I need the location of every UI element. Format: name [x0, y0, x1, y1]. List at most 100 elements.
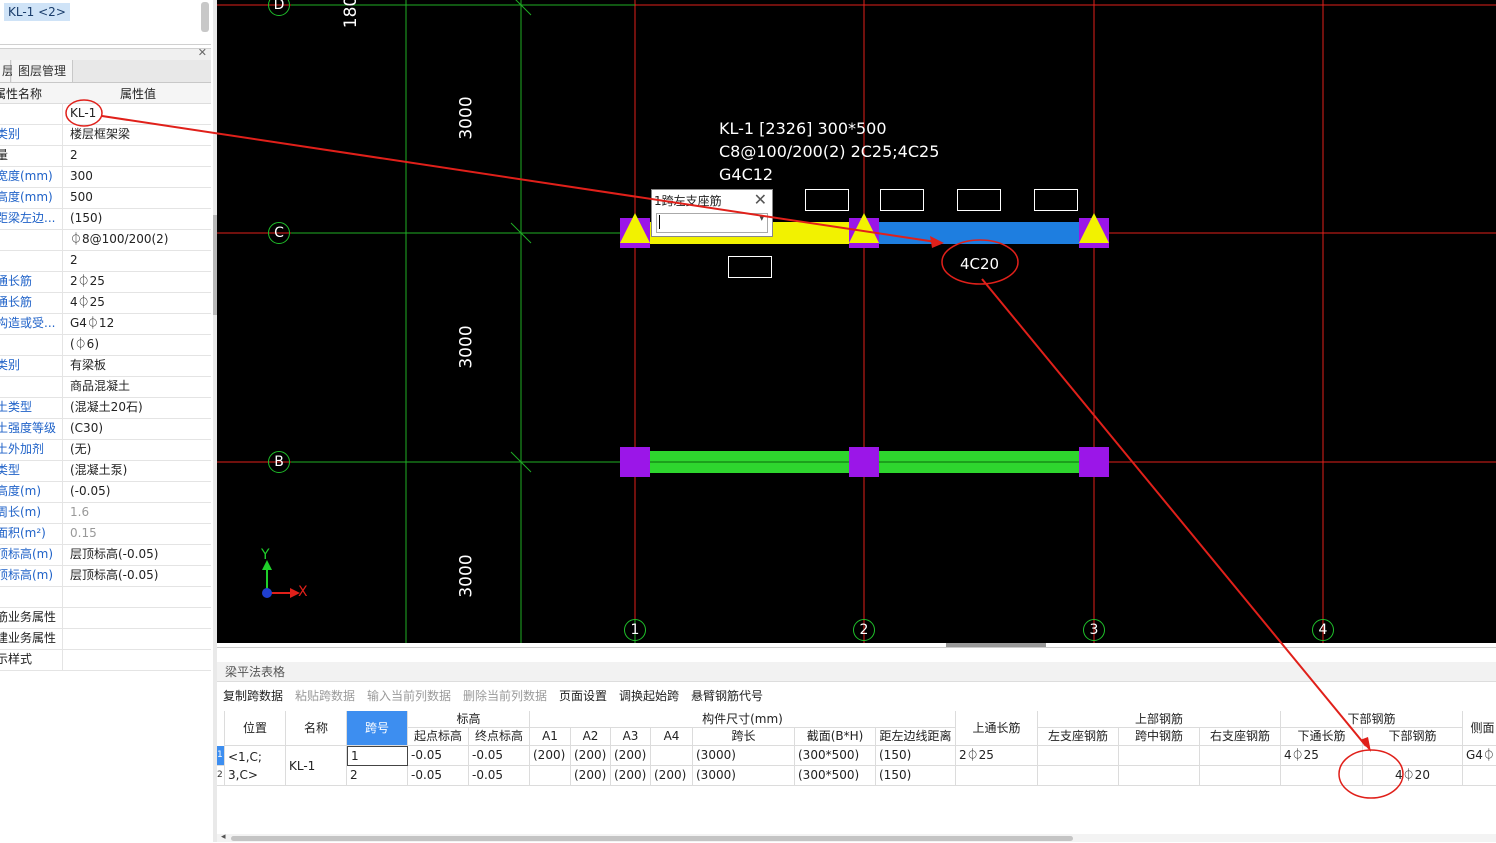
table-cell[interactable]: 4⏀25: [1281, 746, 1363, 766]
rebar-input-box[interactable]: [1034, 189, 1078, 211]
property-value[interactable]: 商品混凝土: [70, 376, 210, 397]
table-cell[interactable]: -0.05: [469, 746, 530, 766]
property-row[interactable]: 通长筋 4⏀25: [0, 292, 211, 314]
property-value[interactable]: ⏀8@100/200(2): [70, 229, 210, 250]
property-value[interactable]: 300: [70, 166, 210, 187]
property-row[interactable]: 建业务属性: [0, 628, 211, 650]
property-row[interactable]: [0, 586, 211, 608]
table-cell[interactable]: (150): [876, 766, 956, 786]
table-cell[interactable]: [1119, 766, 1200, 786]
property-row[interactable]: 土强度等级 (C30): [0, 418, 211, 440]
tab-properties[interactable]: 层: [0, 60, 14, 82]
property-value[interactable]: KL-1: [70, 103, 210, 124]
property-value[interactable]: 层顶标高(-0.05): [70, 565, 210, 586]
property-value[interactable]: G4⏀12: [70, 313, 210, 334]
property-value[interactable]: 500: [70, 187, 210, 208]
table-cell[interactable]: (3000): [693, 746, 795, 766]
property-value[interactable]: 2: [70, 250, 210, 271]
property-value[interactable]: [70, 586, 210, 607]
table-cell[interactable]: -0.05: [408, 746, 469, 766]
property-value[interactable]: (混凝土泵): [70, 460, 210, 481]
table-cell[interactable]: -0.05: [408, 766, 469, 786]
property-value[interactable]: 1.6: [70, 502, 210, 523]
property-value[interactable]: (无): [70, 439, 210, 460]
delete-column-data-button[interactable]: 删除当前列数据: [463, 686, 547, 706]
table-cell[interactable]: 2⏀25: [956, 746, 1038, 766]
table-cell[interactable]: -0.05: [469, 766, 530, 786]
cell-name[interactable]: KL-1: [286, 746, 347, 786]
property-row[interactable]: 示样式: [0, 649, 211, 671]
col-header-span[interactable]: 跨号: [347, 711, 408, 746]
property-value[interactable]: (混凝土20石): [70, 397, 210, 418]
property-value[interactable]: [70, 607, 210, 628]
dropdown-arrow-icon[interactable]: ▾: [759, 214, 764, 224]
rebar-popup-editor[interactable]: 1跨左支座筋 ✕ ▾: [651, 189, 773, 237]
property-row[interactable]: (⏀6): [0, 334, 211, 356]
cell-position[interactable]: <1,C; 3,C>: [225, 746, 286, 786]
table-cell[interactable]: [1463, 766, 1496, 786]
rebar-input-box[interactable]: [805, 189, 849, 211]
table-cell[interactable]: [1200, 746, 1281, 766]
copy-span-data-button[interactable]: 复制跨数据: [223, 686, 283, 706]
property-row[interactable]: 通长筋 2⏀25: [0, 271, 211, 293]
page-setup-button[interactable]: 页面设置: [559, 686, 607, 706]
property-row[interactable]: 宽度(mm) 300: [0, 166, 211, 188]
table-cell[interactable]: [956, 766, 1038, 786]
table-cell[interactable]: (200): [571, 766, 611, 786]
table-cell[interactable]: 4⏀20: [1363, 766, 1463, 786]
beam-annotation[interactable]: KL-1 [2326] 300*500 C8@100/200(2) 2C25;4…: [719, 117, 939, 186]
popup-input-field[interactable]: ▾: [656, 213, 768, 233]
close-icon[interactable]: ✕: [198, 46, 207, 59]
close-icon[interactable]: ✕: [754, 190, 767, 209]
table-cell[interactable]: (200): [571, 746, 611, 766]
property-row[interactable]: 商品混凝土: [0, 376, 211, 398]
property-value[interactable]: 4⏀25: [70, 292, 210, 313]
property-value[interactable]: 0.15: [70, 523, 210, 544]
table-cell[interactable]: 2: [347, 766, 408, 786]
table-cell[interactable]: (3000): [693, 766, 795, 786]
element-list[interactable]: KL-1 <2>: [0, 0, 211, 45]
table-cell[interactable]: [651, 746, 693, 766]
rebar-input-box[interactable]: [880, 189, 924, 211]
property-row[interactable]: KL-1: [0, 103, 211, 125]
table-cell[interactable]: [1038, 766, 1119, 786]
property-row[interactable]: 顶标高(m) 层顶标高(-0.05): [0, 565, 211, 587]
property-value[interactable]: 2⏀25: [70, 271, 210, 292]
property-value[interactable]: (C30): [70, 418, 210, 439]
cad-drawing-canvas[interactable]: Y X D C B 1 2 3 4 180 3000 3000 3000 KL-…: [217, 0, 1496, 643]
property-row[interactable]: ⏀8@100/200(2): [0, 229, 211, 251]
property-value[interactable]: (150): [70, 208, 210, 229]
rebar-label-4c20[interactable]: 4C20: [960, 255, 999, 273]
property-row[interactable]: 2: [0, 250, 211, 272]
property-value[interactable]: (-0.05): [70, 481, 210, 502]
swap-start-span-button[interactable]: 调换起始跨: [619, 686, 679, 706]
property-row[interactable]: 土外加剂 (无): [0, 439, 211, 461]
property-row[interactable]: 筋业务属性: [0, 607, 211, 629]
cantilever-code-button[interactable]: 悬臂钢筋代号: [691, 686, 763, 706]
table-cell[interactable]: (200): [530, 746, 571, 766]
table-cell[interactable]: (150): [876, 746, 956, 766]
property-row[interactable]: 周长(m) 1.6: [0, 502, 211, 524]
property-row[interactable]: 距梁左边... (150): [0, 208, 211, 230]
selected-element-item[interactable]: KL-1 <2>: [4, 3, 70, 21]
table-cell[interactable]: G4⏀: [1463, 746, 1496, 766]
property-value[interactable]: (⏀6): [70, 334, 210, 355]
table-cell[interactable]: (300*500): [795, 766, 876, 786]
paste-span-data-button[interactable]: 粘贴跨数据: [295, 686, 355, 706]
input-column-data-button[interactable]: 输入当前列数据: [367, 686, 451, 706]
property-value[interactable]: 有梁板: [70, 355, 210, 376]
table-cell[interactable]: (200): [611, 746, 651, 766]
table-cell[interactable]: [1119, 746, 1200, 766]
property-row[interactable]: 类别有梁板: [0, 355, 211, 377]
table-cell[interactable]: [1200, 766, 1281, 786]
rebar-input-box[interactable]: [728, 256, 772, 278]
table-cell[interactable]: 1: [347, 746, 408, 766]
table-cell[interactable]: [530, 766, 571, 786]
property-row[interactable]: 类别楼层框架梁: [0, 124, 211, 146]
property-row[interactable]: 面积(m²) 0.15: [0, 523, 211, 545]
table-cell[interactable]: (300*500): [795, 746, 876, 766]
property-value[interactable]: [70, 628, 210, 649]
property-row[interactable]: 高度(mm) 500: [0, 187, 211, 209]
table-cell[interactable]: (200): [611, 766, 651, 786]
property-value[interactable]: 层顶标高(-0.05): [70, 544, 210, 565]
